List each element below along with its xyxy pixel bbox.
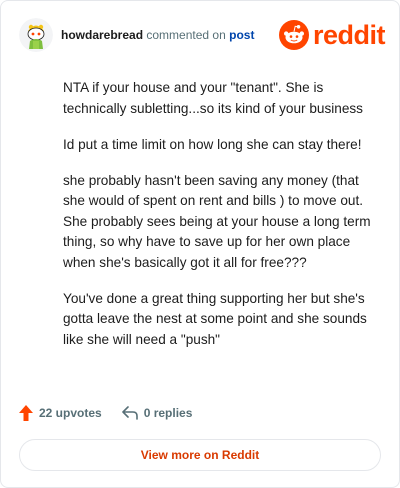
reddit-wordmark: reddit (312, 20, 386, 50)
comment-paragraph: You've done a great thing supporting her… (63, 290, 367, 347)
post-link[interactable]: post (229, 28, 254, 42)
comment-meta: howdarebread commented on post (61, 27, 254, 43)
comment-paragraph: NTA if your house and your "tenant". She… (63, 80, 363, 116)
comment-paragraph: Id put a time limit on how long she can … (63, 136, 362, 152)
username-link[interactable]: howdarebread (61, 28, 143, 42)
commented-on-text: commented on (146, 28, 226, 42)
upvote-count: 22 upvotes (39, 406, 102, 420)
comment-body: NTA if your house and your "tenant". She… (63, 78, 379, 366)
avatar[interactable] (19, 18, 53, 52)
comment-paragraph: she probably hasn't been saving any mone… (63, 172, 371, 270)
upvote-arrow-icon (19, 405, 33, 421)
reply-arrow-icon (121, 406, 138, 420)
reply-count: 0 replies (143, 406, 193, 420)
snoo-avatar-icon (19, 18, 53, 52)
replies-button[interactable]: 0 replies (121, 406, 193, 420)
comment-card: howdarebread commented on post reddit NT… (0, 0, 400, 488)
comment-actions: 22 upvotes 0 replies (19, 405, 192, 421)
reddit-logo[interactable]: reddit (278, 20, 386, 50)
reddit-logo-icon (278, 20, 309, 50)
upvote-button[interactable]: 22 upvotes (19, 405, 102, 421)
comment-header: howdarebread commented on post reddit (19, 15, 386, 55)
view-more-button[interactable]: View more on Reddit (19, 439, 381, 471)
